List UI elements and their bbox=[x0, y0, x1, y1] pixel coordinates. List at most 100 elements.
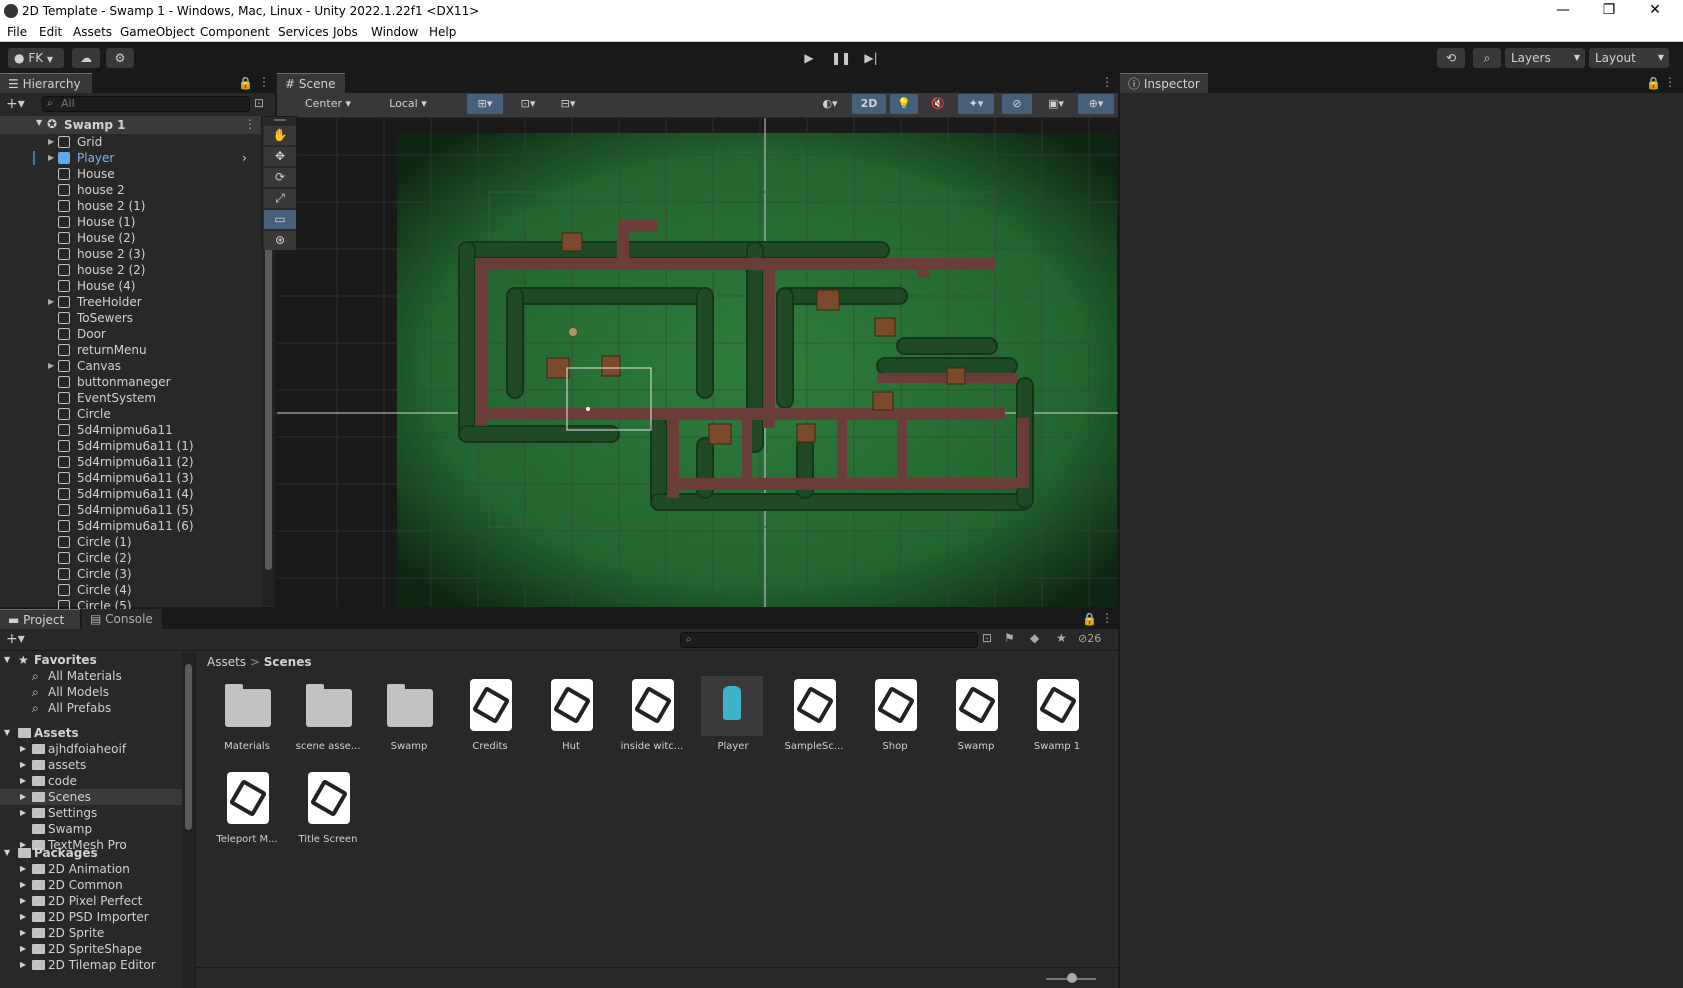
expand-arrow-icon[interactable]: ▶ bbox=[20, 757, 26, 773]
more-icon[interactable]: ⋮ bbox=[1101, 75, 1113, 89]
hierarchy-item[interactable]: ▶ TreeHolder bbox=[0, 294, 262, 310]
asset-item-prefab[interactable]: Player bbox=[693, 676, 773, 765]
effects-icon[interactable]: ✦▾ bbox=[958, 94, 994, 114]
lock-icon[interactable]: 🔒 bbox=[238, 76, 253, 90]
menu-assets[interactable]: Assets bbox=[73, 25, 112, 39]
package-item[interactable]: ▶ 2D Tilemap Editor bbox=[0, 957, 195, 973]
scene-root-row[interactable]: ▼ ✪ Swamp 1 ⋮ bbox=[0, 116, 262, 134]
account-dropdown[interactable]: ● FK ▼ bbox=[8, 48, 64, 68]
expand-arrow-icon[interactable]: ▶ bbox=[48, 294, 54, 310]
add-icon[interactable]: +▾ bbox=[6, 96, 25, 112]
drag-handle[interactable] bbox=[274, 119, 286, 121]
project-search-input[interactable]: ⌕ bbox=[680, 632, 978, 648]
layers-dropdown[interactable]: Layers ▼ bbox=[1505, 48, 1585, 68]
more-icon[interactable]: ⋮ bbox=[1101, 611, 1113, 625]
package-item[interactable]: ▶ 2D SpriteShape bbox=[0, 941, 195, 957]
hierarchy-item[interactable]: returnMenu bbox=[0, 342, 262, 358]
label-icon[interactable]: ◆ bbox=[1030, 631, 1039, 645]
maximize-button[interactable]: ❐ bbox=[1587, 0, 1631, 22]
star-icon[interactable]: ★ bbox=[1056, 631, 1067, 645]
tab-scene[interactable]: # Scene bbox=[277, 73, 345, 93]
expand-arrow-icon[interactable]: ▶ bbox=[48, 134, 54, 150]
asset-item-folder[interactable]: Swamp bbox=[369, 679, 449, 765]
hidden-packages-toggle[interactable]: ⊘26 bbox=[1078, 632, 1101, 645]
hierarchy-item[interactable]: 5d4rnipmu6a11 (6) bbox=[0, 518, 262, 534]
increment-snap-icon[interactable]: ⊟▾ bbox=[550, 94, 586, 114]
assets-folder-item[interactable]: ▶ Scenes bbox=[0, 789, 182, 805]
scene-viewport[interactable] bbox=[277, 118, 1118, 607]
asset-item-scene[interactable]: inside witc... bbox=[612, 679, 692, 765]
lock-icon[interactable]: 🔒 bbox=[1646, 76, 1661, 90]
menu-services[interactable]: Services bbox=[278, 25, 329, 39]
expand-arrow-icon[interactable]: ▶ bbox=[20, 741, 26, 757]
layout-dropdown[interactable]: Layout ▼ bbox=[1589, 48, 1669, 68]
hierarchy-item[interactable]: ToSewers bbox=[0, 310, 262, 326]
assets-folder-item[interactable]: ▶ assets bbox=[0, 757, 195, 773]
hierarchy-item[interactable]: house 2 bbox=[0, 182, 262, 198]
expand-arrow-icon[interactable]: ▶ bbox=[20, 893, 26, 909]
more-icon[interactable]: ⋮ bbox=[1664, 75, 1676, 89]
play-icon[interactable]: ▶ bbox=[796, 48, 822, 68]
menu-jobs[interactable]: Jobs bbox=[333, 25, 358, 39]
expand-icon[interactable]: ▼ bbox=[4, 725, 10, 741]
scrollbar-thumb[interactable] bbox=[185, 664, 192, 830]
hierarchy-item[interactable]: ▶ Player › bbox=[0, 150, 262, 166]
expand-arrow-icon[interactable]: ▶ bbox=[20, 925, 26, 941]
hierarchy-item[interactable]: Circle (4) bbox=[0, 582, 262, 598]
zoom-slider-thumb[interactable] bbox=[1067, 973, 1077, 983]
splitter[interactable] bbox=[195, 652, 196, 988]
package-item[interactable]: ▶ 2D PSD Importer bbox=[0, 909, 195, 925]
package-item[interactable]: ▶ 2D Pixel Perfect bbox=[0, 893, 195, 909]
asset-item-folder[interactable]: scene asse... bbox=[288, 679, 368, 765]
assets-row[interactable]: ▼ Assets bbox=[0, 725, 195, 741]
hierarchy-item[interactable]: EventSystem bbox=[0, 390, 262, 406]
packages-row[interactable]: ▼ Packages bbox=[0, 845, 195, 861]
asset-item-scene[interactable]: Shop bbox=[855, 679, 935, 765]
shading-mode-icon[interactable]: ◐▾ bbox=[812, 94, 848, 114]
expand-arrow-icon[interactable]: ▶ bbox=[20, 941, 26, 957]
scale-tool-icon[interactable]: ⤢ bbox=[264, 189, 296, 208]
hierarchy-item[interactable]: 5d4rnipmu6a11 (3) bbox=[0, 470, 262, 486]
hierarchy-item[interactable]: Door bbox=[0, 326, 262, 342]
asset-item-scene[interactable]: Swamp bbox=[936, 679, 1016, 765]
favorite-item[interactable]: ⌕ All Models bbox=[0, 684, 195, 700]
expand-arrow-icon[interactable]: ▶ bbox=[20, 773, 26, 789]
tree-scrollbar[interactable] bbox=[182, 652, 195, 988]
asset-item-scene[interactable]: Swamp 1 bbox=[1017, 679, 1097, 765]
asset-item-scene[interactable]: SampleSc... bbox=[774, 679, 854, 765]
menu-help[interactable]: Help bbox=[429, 25, 456, 39]
hierarchy-item[interactable]: House bbox=[0, 166, 262, 182]
search-icon[interactable]: ⌕ bbox=[1473, 48, 1501, 68]
expand-arrow-icon[interactable]: ▶ bbox=[20, 909, 26, 925]
expand-icon[interactable]: ▼ bbox=[36, 118, 42, 127]
hierarchy-item[interactable]: Circle (2) bbox=[0, 550, 262, 566]
assets-folder-item[interactable]: ▶ ajhdfoiaheoif bbox=[0, 741, 195, 757]
scene-search-icon[interactable]: ⊡ bbox=[254, 96, 264, 110]
favorite-item[interactable]: ⌕ All Materials bbox=[0, 668, 195, 684]
rect-tool-icon[interactable]: ▭ bbox=[264, 210, 296, 229]
asset-item-folder[interactable]: Materials bbox=[207, 679, 287, 765]
tab-project[interactable]: ▬ Project bbox=[0, 609, 80, 629]
hierarchy-item[interactable]: 5d4rnipmu6a11 (1) bbox=[0, 438, 262, 454]
hierarchy-item[interactable]: house 2 (1) bbox=[0, 198, 262, 214]
favorites-row[interactable]: ▼ ★ Favorites bbox=[0, 652, 195, 668]
hierarchy-item[interactable]: Circle (3) bbox=[0, 566, 262, 582]
package-item[interactable]: ▶ 2D Animation bbox=[0, 861, 195, 877]
package-item[interactable]: ▶ 2D Sprite bbox=[0, 925, 195, 941]
cloud-icon[interactable]: ☁ bbox=[72, 48, 100, 68]
asset-item-scene[interactable]: Teleport M... bbox=[207, 772, 287, 858]
more-icon[interactable]: ⋮ bbox=[258, 75, 270, 89]
audio-icon[interactable]: 🔇 bbox=[924, 94, 952, 114]
assets-folder-item[interactable]: ▶ code bbox=[0, 773, 195, 789]
expand-icon[interactable]: ▼ bbox=[4, 845, 10, 861]
pause-icon[interactable]: ❚❚ bbox=[828, 48, 854, 68]
asset-item-scene[interactable]: Credits bbox=[450, 679, 530, 765]
search-by-type-icon[interactable]: ⊡ bbox=[982, 631, 992, 645]
history-icon[interactable]: ⟲ bbox=[1437, 48, 1465, 68]
hierarchy-item[interactable]: house 2 (3) bbox=[0, 246, 262, 262]
more-icon[interactable]: ⋮ bbox=[244, 117, 256, 131]
menu-edit[interactable]: Edit bbox=[39, 25, 62, 39]
expand-arrow-icon[interactable]: ▶ bbox=[20, 877, 26, 893]
grid-visibility-icon[interactable]: ⊡▾ bbox=[510, 94, 546, 114]
asset-item-scene[interactable]: Title Screen bbox=[288, 772, 368, 858]
